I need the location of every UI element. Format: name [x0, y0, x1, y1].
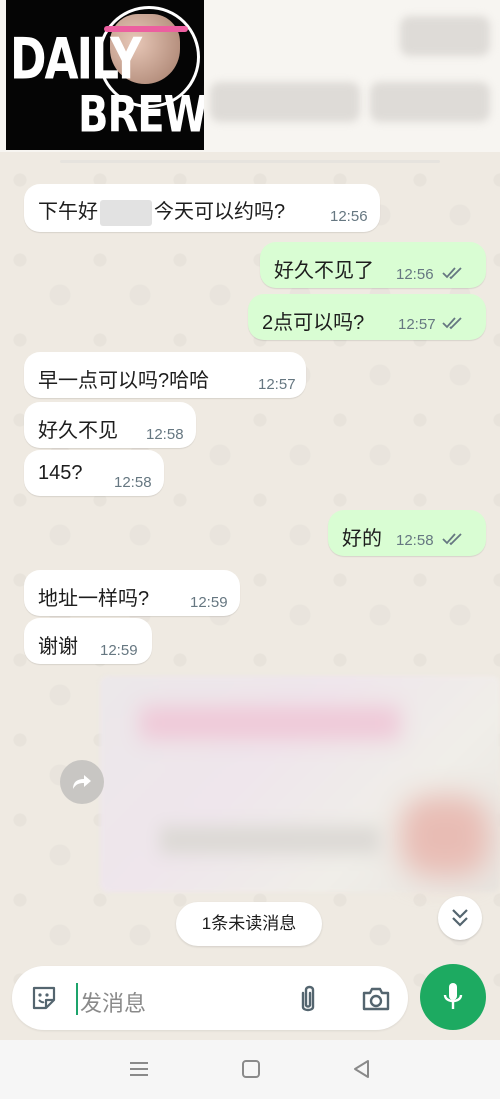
blurred-region	[140, 706, 400, 740]
message-text: 好久不见了	[274, 260, 374, 282]
message-text: 2点可以吗?	[262, 312, 365, 334]
menu-icon[interactable]	[128, 1060, 150, 1078]
contact-avatar[interactable]: DAILY BREW	[6, 0, 204, 150]
message-text: 下午好	[38, 201, 98, 223]
message-composer[interactable]	[12, 966, 408, 1030]
read-receipt-icon	[442, 267, 462, 280]
paperclip-icon[interactable]	[297, 983, 319, 1015]
message-text: 好的	[342, 528, 382, 550]
logo-text-line2: BREW	[78, 86, 204, 144]
message-text: 145?	[38, 462, 83, 484]
message-time: 12:57	[258, 376, 296, 393]
message-bubble-incoming[interactable]: 早一点可以吗?哈哈 12:57	[24, 352, 306, 398]
microphone-icon	[443, 983, 463, 1009]
media-message-blurred[interactable]	[100, 676, 500, 892]
message-time: 12:56	[330, 208, 368, 225]
message-bubble-incoming[interactable]: 好久不见 12:58	[24, 402, 196, 448]
message-time: 12:58	[146, 426, 184, 443]
message-bubble-incoming[interactable]: 谢谢 12:59	[24, 618, 152, 664]
header-action-blurred	[400, 16, 490, 56]
message-input[interactable]: 发消息	[80, 986, 146, 1018]
message-time: 12:58	[114, 474, 152, 491]
message-time: 12:59	[100, 642, 138, 659]
message-bubble-outgoing[interactable]: 2点可以吗? 12:57	[248, 294, 486, 340]
message-bubble-outgoing[interactable]: 好的 12:58	[328, 510, 486, 556]
read-receipt-icon	[442, 317, 462, 330]
message-time: 12:58	[396, 532, 434, 549]
message-bubble-outgoing[interactable]: 好久不见了 12:56	[260, 242, 486, 288]
message-text: 今天可以约吗?	[154, 201, 286, 223]
date-divider	[60, 160, 440, 163]
message-text: 好久不见	[38, 420, 118, 442]
voice-message-button[interactable]	[420, 964, 486, 1030]
sticker-icon[interactable]	[30, 984, 58, 1012]
message-time: 12:57	[398, 316, 436, 333]
forward-button[interactable]	[60, 760, 104, 804]
message-text: 谢谢	[38, 636, 78, 658]
scroll-to-bottom-button[interactable]	[438, 896, 482, 940]
message-bubble-incoming[interactable]: 下午好 今天可以约吗? 12:56	[24, 184, 380, 232]
blurred-region	[400, 796, 490, 876]
contact-status-blurred	[370, 82, 490, 122]
message-text: 早一点可以吗?哈哈	[38, 370, 210, 392]
camera-icon[interactable]	[361, 986, 391, 1012]
blurred-region	[160, 826, 380, 854]
redacted-name	[100, 199, 152, 226]
home-icon[interactable]	[241, 1059, 261, 1079]
message-bubble-incoming[interactable]: 地址一样吗? 12:59	[24, 570, 240, 616]
read-receipt-icon	[442, 533, 462, 546]
system-navigation-bar	[0, 1040, 500, 1099]
chat-header: DAILY BREW	[0, 0, 500, 152]
forward-icon	[73, 775, 91, 789]
logo-text-line1: DAILY	[10, 26, 142, 93]
message-time: 12:59	[190, 594, 228, 611]
message-bubble-incoming[interactable]: 145? 12:58	[24, 450, 164, 496]
message-time: 12:56	[396, 266, 434, 283]
message-text: 地址一样吗?	[38, 588, 150, 610]
back-icon[interactable]	[352, 1059, 370, 1079]
double-chevron-down-icon	[452, 909, 468, 927]
text-cursor	[76, 983, 78, 1015]
unread-messages-badge[interactable]: 1条未读消息	[176, 902, 322, 946]
contact-name-blurred	[210, 82, 360, 122]
